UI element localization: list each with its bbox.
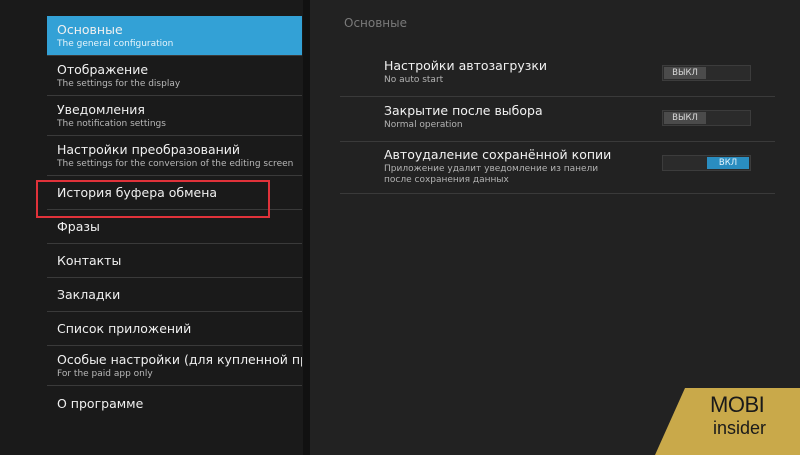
setting-summary: Приложение удалит уведомление из панели … <box>384 164 599 185</box>
setting-title: Автоудаление сохранённой копии <box>384 147 612 162</box>
sidebar-item-about[interactable]: О программе <box>47 386 302 420</box>
sidebar-item-notifications[interactable]: Уведомления The notification settings <box>47 96 302 136</box>
sidebar-item-title: Закладки <box>57 287 121 302</box>
sidebar-list: Основные The general configuration Отобр… <box>47 16 302 455</box>
setting-text: Автоудаление сохранённой копии Приложени… <box>384 147 624 186</box>
sidebar-item-contacts[interactable]: Контакты <box>47 244 302 278</box>
sidebar-item-display[interactable]: Отображение The settings for the display <box>47 56 302 96</box>
sidebar-item-title: Контакты <box>57 253 122 268</box>
sidebar-item-title: Отображение <box>57 62 149 77</box>
sidebar-item-app-list[interactable]: Список приложений <box>47 312 302 346</box>
sidebar-item-subtitle: The settings for the display <box>57 79 181 89</box>
toggle-label: ВКЛ <box>707 157 749 169</box>
sidebar-item-general[interactable]: Основные The general configuration <box>47 16 302 56</box>
sidebar-item-conversion[interactable]: Настройки преобразований The settings fo… <box>47 136 302 176</box>
setting-text: Закрытие после выбора Normal operation <box>384 103 624 131</box>
sidebar-item-subtitle: For the paid app only <box>57 369 153 379</box>
highlight-annotation <box>36 180 270 218</box>
setting-title: Закрытие после выбора <box>384 103 543 118</box>
mobi-insider-logo: MOBI insider <box>655 388 800 455</box>
close-after-select-toggle[interactable]: ВЫКЛ <box>662 110 751 126</box>
logo-text-mobi: MOBI <box>710 392 765 417</box>
pane-divider <box>303 0 310 455</box>
settings-list: Настройки автозагрузки No auto start ВЫК… <box>340 52 775 194</box>
setting-auto-delete-copy[interactable]: Автоудаление сохранённой копии Приложени… <box>340 142 775 194</box>
sidebar-item-title: Уведомления <box>57 102 145 117</box>
toggle-label: ВЫКЛ <box>664 67 706 79</box>
settings-sidebar: Основные The general configuration Отобр… <box>0 0 310 455</box>
toggle-label: ВЫКЛ <box>664 112 706 124</box>
setting-text: Настройки автозагрузки No auto start <box>384 58 624 86</box>
sidebar-item-bookmarks[interactable]: Закладки <box>47 278 302 312</box>
sidebar-item-subtitle: The notification settings <box>57 119 166 129</box>
section-header: Основные <box>344 16 408 30</box>
sidebar-item-title: Основные <box>57 22 123 37</box>
setting-summary: Normal operation <box>384 120 463 130</box>
sidebar-item-title: Список приложений <box>57 321 192 336</box>
auto-delete-toggle[interactable]: ВКЛ <box>662 155 751 171</box>
setting-title: Настройки автозагрузки <box>384 58 548 73</box>
logo-text-insider: insider <box>713 418 767 438</box>
sidebar-item-title: Фразы <box>57 219 100 234</box>
sidebar-item-title: О программе <box>57 395 144 411</box>
autostart-toggle[interactable]: ВЫКЛ <box>662 65 751 81</box>
sidebar-item-subtitle: The general configuration <box>57 39 174 49</box>
sidebar-item-subtitle: The settings for the conversion of the e… <box>57 159 294 169</box>
sidebar-item-title: Настройки преобразований <box>57 142 241 157</box>
setting-summary: No auto start <box>384 75 444 85</box>
sidebar-item-paid-settings[interactable]: Особые настройки (для купленной прог For… <box>47 346 302 386</box>
setting-close-after-select[interactable]: Закрытие после выбора Normal operation В… <box>340 97 775 142</box>
setting-autostart[interactable]: Настройки автозагрузки No auto start ВЫК… <box>340 52 775 97</box>
sidebar-item-title: Особые настройки (для купленной прог <box>57 352 302 367</box>
settings-detail: Основные Настройки автозагрузки No auto … <box>310 0 800 455</box>
